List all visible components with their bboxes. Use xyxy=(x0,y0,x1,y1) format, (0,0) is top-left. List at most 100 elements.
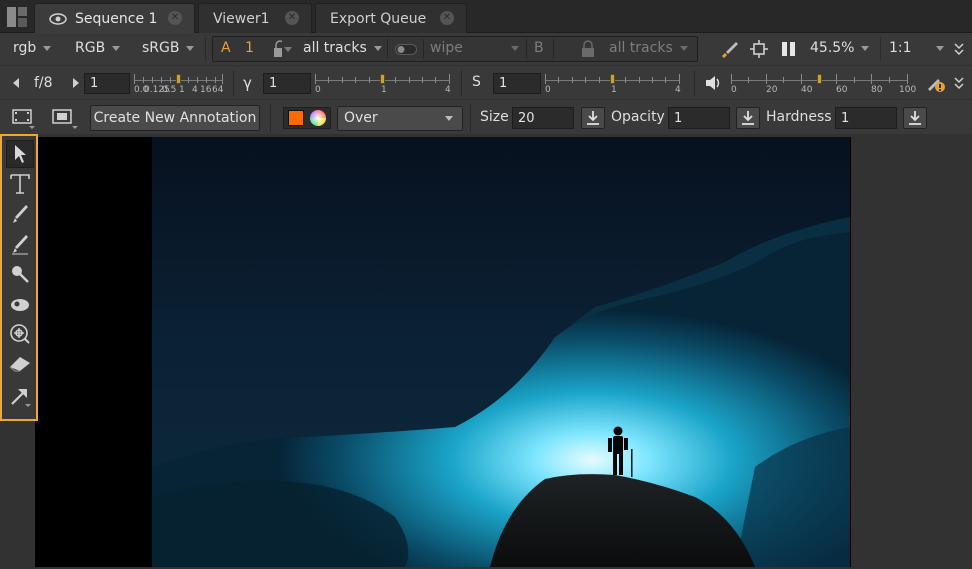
tab-sequence[interactable]: Sequence 1 ✕ xyxy=(34,3,195,33)
chevron-down-icon xyxy=(43,45,52,51)
layer-dropdown[interactable]: RGB xyxy=(75,40,121,56)
download-icon xyxy=(909,111,921,125)
wipe-toggle[interactable] xyxy=(395,44,417,55)
select-tool[interactable] xyxy=(6,140,34,168)
wipe-value: wipe xyxy=(430,40,463,56)
volume-slider-handle[interactable] xyxy=(817,74,822,84)
color-pick-warning-icon[interactable] xyxy=(925,72,947,94)
annotation-tool-panel xyxy=(0,134,38,421)
color-wheel-icon[interactable] xyxy=(309,109,327,127)
volume-icon[interactable] xyxy=(705,75,723,91)
size-field[interactable]: 20 xyxy=(512,107,574,129)
lut-value: sRGB xyxy=(142,40,180,56)
tick-label: 100 xyxy=(899,85,917,95)
gain-slider[interactable]: 0.0 0.125 0.5 1 4 16 64 xyxy=(134,70,224,98)
tick-label: 60 xyxy=(836,85,848,95)
overflow-chevron-icon[interactable] xyxy=(951,40,967,58)
transform-tool[interactable] xyxy=(6,382,34,410)
saturation-slider[interactable]: 0 1 4 xyxy=(545,70,685,98)
gamma-slider-handle[interactable] xyxy=(380,74,385,84)
saturation-label: S xyxy=(472,74,481,90)
text-icon xyxy=(10,174,30,194)
proxy-ratio-dropdown[interactable]: 1:1 xyxy=(889,40,944,56)
gain-field[interactable]: 1 xyxy=(84,73,130,94)
wipe-dropdown[interactable]: wipe xyxy=(430,40,519,56)
chevron-down-icon xyxy=(679,45,688,51)
tick-label: 20 xyxy=(766,85,778,95)
brush-color-swatch[interactable] xyxy=(288,110,304,126)
gain-slider-handle[interactable] xyxy=(176,74,181,84)
smudge-icon xyxy=(11,299,29,311)
text-tool[interactable] xyxy=(6,170,34,198)
tick-label: 16 xyxy=(200,85,212,95)
close-icon[interactable]: ✕ xyxy=(440,11,454,25)
magnify-tool[interactable] xyxy=(6,260,34,288)
close-icon[interactable]: ✕ xyxy=(285,11,299,25)
opacity-download-button[interactable] xyxy=(736,107,760,129)
eraser-tool[interactable] xyxy=(6,350,34,378)
blend-mode-dropdown[interactable]: Over xyxy=(337,106,463,131)
lut-dropdown[interactable]: sRGB xyxy=(142,40,195,56)
magnify-icon xyxy=(12,266,29,283)
viewer-toolbar-1: rgb RGB sRGB A 1 all tracks wipe B all t… xyxy=(0,33,972,65)
dodge-tool[interactable] xyxy=(6,320,34,348)
filmstrip-icon[interactable] xyxy=(10,106,38,130)
size-download-button[interactable] xyxy=(581,107,605,129)
overflow-chevron-icon[interactable] xyxy=(951,74,967,92)
brush-icon xyxy=(13,205,28,223)
chevron-down-icon xyxy=(510,45,519,51)
divider xyxy=(270,104,271,132)
viewer-toolbar-2: f/8 1 0.0 0.125 0.5 1 4 16 64 γ 1 0 1 4 … xyxy=(0,66,972,99)
hardness-download-button[interactable] xyxy=(903,107,927,129)
chevron-down-icon xyxy=(373,45,382,51)
a-input-button[interactable]: A xyxy=(221,40,231,56)
eye-icon xyxy=(49,12,67,25)
tick-label: 4 xyxy=(675,85,681,95)
gamma-field[interactable]: 1 xyxy=(263,73,311,94)
tab-export-queue[interactable]: Export Queue ✕ xyxy=(315,3,467,33)
download-icon xyxy=(742,111,754,125)
close-icon[interactable]: ✕ xyxy=(168,11,182,25)
opacity-field[interactable]: 1 xyxy=(668,107,730,129)
frame-select-icon[interactable] xyxy=(50,106,80,130)
a-index[interactable]: 1 xyxy=(245,40,254,56)
transform-arrow-icon xyxy=(11,389,31,407)
a-tracks-value: all tracks xyxy=(303,40,367,56)
smudge-tool[interactable] xyxy=(6,290,34,318)
chevron-down-icon xyxy=(861,45,870,51)
divider xyxy=(461,70,462,96)
arrow-right-icon[interactable] xyxy=(71,77,81,89)
ice-cave-image xyxy=(35,137,851,567)
a-tracks-dropdown[interactable]: all tracks xyxy=(303,40,382,56)
tick-label: 0 xyxy=(731,85,737,95)
hardness-field[interactable]: 1 xyxy=(835,107,897,129)
gamma-slider[interactable]: 0 1 4 xyxy=(315,70,455,98)
arrow-left-icon[interactable] xyxy=(11,77,21,89)
zoom-dropdown[interactable]: 45.5% xyxy=(810,40,870,56)
tab-viewer[interactable]: Viewer1 ✕ xyxy=(198,3,312,33)
divider xyxy=(387,39,388,59)
pause-icon[interactable] xyxy=(778,38,800,60)
lock-icon[interactable] xyxy=(578,40,598,58)
saturation-slider-handle[interactable] xyxy=(610,74,615,84)
saturation-field[interactable]: 1 xyxy=(493,73,541,94)
window-layout-icon[interactable] xyxy=(6,6,28,28)
tab-label: Export Queue xyxy=(330,10,427,27)
tick-label: 40 xyxy=(801,85,813,95)
pencil-tool[interactable] xyxy=(6,230,34,258)
channels-value: rgb xyxy=(13,40,37,56)
b-tracks-dropdown[interactable]: all tracks xyxy=(609,40,688,56)
chevron-down-icon xyxy=(445,116,453,121)
lock-icon[interactable] xyxy=(272,40,292,58)
tab-label: Sequence 1 xyxy=(75,10,158,27)
brush-tool[interactable] xyxy=(6,200,34,228)
divider xyxy=(694,70,695,96)
viewer-canvas[interactable] xyxy=(35,137,851,567)
b-input-button[interactable]: B xyxy=(534,40,544,56)
fstop-label: f/8 xyxy=(34,75,53,91)
volume-slider[interactable]: 0 20 40 60 80 100 xyxy=(731,70,917,98)
crop-icon[interactable] xyxy=(748,38,770,60)
channels-dropdown[interactable]: rgb xyxy=(13,40,52,56)
paint-brush-icon[interactable] xyxy=(718,38,740,60)
create-annotation-button[interactable]: Create New Annotation xyxy=(90,105,260,131)
